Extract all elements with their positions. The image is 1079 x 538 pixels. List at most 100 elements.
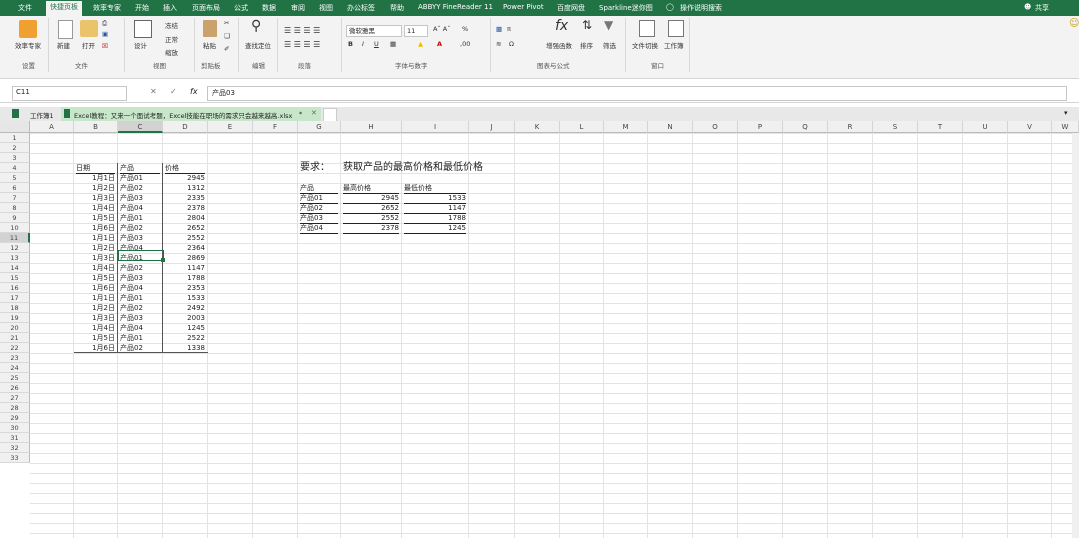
table-cell-product[interactable]: 产品04	[120, 203, 160, 213]
row-header-15[interactable]: 15	[0, 273, 30, 283]
row-header-22[interactable]: 22	[0, 343, 30, 353]
new-file-icon[interactable]	[58, 20, 73, 39]
menu-tab-abbyy[interactable]: ABBYY FineReader 11	[418, 3, 493, 11]
name-box[interactable]: C11	[12, 86, 127, 101]
menu-tab-baidu[interactable]: 百度网盘	[557, 3, 585, 13]
paste-icon[interactable]	[203, 20, 217, 37]
table-cell-date[interactable]: 1月4日	[76, 263, 115, 273]
row-header-17[interactable]: 17	[0, 293, 30, 303]
copy-icon[interactable]: ❏	[224, 32, 230, 40]
row-header-16[interactable]: 16	[0, 283, 30, 293]
bold-button[interactable]: B	[348, 40, 353, 48]
filter-icon[interactable]: ▼	[604, 18, 613, 32]
workbook-button[interactable]: 工作簿	[664, 40, 684, 50]
menu-tab-quick[interactable]: 快捷页板	[46, 1, 82, 16]
align-icons[interactable]: ☰ ☰ ☰ ☰	[284, 26, 320, 35]
share-button[interactable]: 共享	[1035, 3, 1049, 13]
column-header-Q[interactable]: Q	[783, 121, 828, 133]
menu-tab-layout[interactable]: 页面布局	[192, 3, 220, 13]
table-cell-price[interactable]: 2552	[165, 233, 205, 243]
requirement-text[interactable]: 获取产品的最高价格和最低价格	[343, 161, 523, 175]
table-cell-product[interactable]: 产品01	[120, 213, 160, 223]
fx-icon[interactable]: fx	[555, 18, 568, 34]
row-header-31[interactable]: 31	[0, 433, 30, 443]
table-cell-price[interactable]: 2353	[165, 283, 205, 293]
table-cell-price[interactable]: 1147	[165, 263, 205, 273]
column-header-O[interactable]: O	[693, 121, 738, 133]
table-cell-product[interactable]: 产品03	[120, 233, 160, 243]
pi-icon[interactable]: π	[507, 25, 511, 33]
fx-icon[interactable]: fx	[190, 87, 198, 96]
column-header-S[interactable]: S	[873, 121, 918, 133]
row-header-18[interactable]: 18	[0, 303, 30, 313]
menu-tab-data[interactable]: 数据	[262, 3, 276, 13]
sort-icon[interactable]: ⇅	[582, 18, 592, 32]
design-button[interactable]: 设计	[134, 40, 147, 50]
table-cell-date[interactable]: 1月6日	[76, 283, 115, 293]
row-header-30[interactable]: 30	[0, 423, 30, 433]
menu-tab-efficiency[interactable]: 效率专家	[93, 3, 121, 13]
table-cell-price[interactable]: 2945	[165, 173, 205, 183]
menu-tab-formula[interactable]: 公式	[234, 3, 248, 13]
table-cell-date[interactable]: 1月4日	[76, 203, 115, 213]
cut-icon[interactable]: ✂	[224, 19, 229, 27]
new-button[interactable]: 新建	[57, 40, 70, 50]
table-cell-date[interactable]: 1月5日	[76, 273, 115, 283]
table-cell-date[interactable]: 1月6日	[76, 223, 115, 233]
vertical-scrollbar[interactable]	[1072, 133, 1079, 538]
table-cell-product[interactable]: 产品01	[120, 173, 160, 183]
search-icon[interactable]: ⚲	[251, 18, 261, 34]
font-grow-icon[interactable]: Aˆ Aˇ	[433, 25, 450, 33]
decimal-icon[interactable]: ,00	[460, 40, 470, 48]
table-cell-date[interactable]: 1月5日	[76, 333, 115, 343]
row-header-25[interactable]: 25	[0, 373, 30, 383]
row-header-14[interactable]: 14	[0, 263, 30, 273]
row-header-28[interactable]: 28	[0, 403, 30, 413]
table-cell-date[interactable]: 1月1日	[76, 233, 115, 243]
fill-color-icon[interactable]: ▲	[418, 40, 423, 48]
row-header-6[interactable]: 6	[0, 183, 30, 193]
table-cell-date[interactable]: 1月2日	[76, 243, 115, 253]
filter-button[interactable]: 筛选	[603, 40, 616, 50]
border-icon[interactable]: ▦	[390, 40, 396, 48]
new-tab-button[interactable]	[323, 108, 337, 122]
row-header-8[interactable]: 8	[0, 203, 30, 213]
selected-cell[interactable]	[118, 250, 164, 261]
chart-icon[interactable]: ▩	[496, 25, 502, 33]
formula-input[interactable]: 产品03	[207, 86, 1067, 101]
enhanced-function-button[interactable]: 增强函数	[546, 40, 572, 50]
table-cell-price[interactable]: 2378	[165, 203, 205, 213]
column-header-M[interactable]: M	[604, 121, 648, 133]
efficiency-button[interactable]: 效率专家	[15, 40, 41, 50]
paste-button[interactable]: 粘贴	[203, 40, 216, 50]
menu-tab-office[interactable]: 办公标签	[347, 3, 375, 13]
table-cell-product[interactable]: 产品03	[120, 193, 160, 203]
table-cell-date[interactable]: 1月3日	[76, 253, 115, 263]
column-header-F[interactable]: F	[253, 121, 298, 133]
column-header-I[interactable]: I	[402, 121, 469, 133]
column-header-N[interactable]: N	[648, 121, 693, 133]
row-header-13[interactable]: 13	[0, 253, 30, 263]
print-icon[interactable]: ⎙	[102, 19, 107, 28]
font-size-select[interactable]: 11	[404, 25, 428, 37]
table-cell-product[interactable]: 产品02	[120, 303, 160, 313]
table-cell-date[interactable]: 1月2日	[76, 183, 115, 193]
requirement-label[interactable]: 要求：	[300, 161, 338, 175]
column-header-L[interactable]: L	[560, 121, 604, 133]
close-tab-icon[interactable]: ✕	[311, 109, 317, 117]
fill-handle[interactable]	[161, 258, 165, 262]
open-button[interactable]: 打开	[82, 40, 95, 50]
menu-tab-powerpivot[interactable]: Power Pivot	[503, 3, 544, 11]
table-cell-price[interactable]: 2335	[165, 193, 205, 203]
file-switch-button[interactable]: 文件切换	[632, 40, 658, 50]
table-cell-price[interactable]: 2492	[165, 303, 205, 313]
summary-cell-product[interactable]: 产品04	[300, 223, 338, 234]
column-header-C[interactable]: C	[118, 121, 163, 133]
table-cell-date[interactable]: 1月3日	[76, 193, 115, 203]
table-cell-price[interactable]: 2652	[165, 223, 205, 233]
row-header-23[interactable]: 23	[0, 353, 30, 363]
file-switch-icon[interactable]	[639, 20, 655, 37]
table-cell-product[interactable]: 产品03	[120, 313, 160, 323]
row-header-24[interactable]: 24	[0, 363, 30, 373]
table-cell-price[interactable]: 1533	[165, 293, 205, 303]
